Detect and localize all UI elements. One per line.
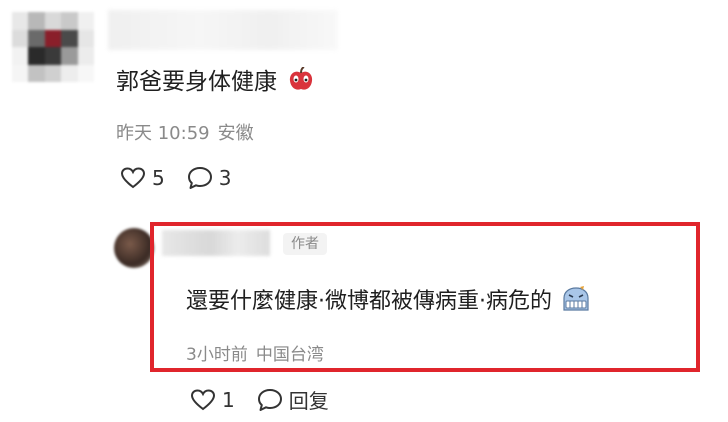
reply-meta: 3小时前 中国台湾 [186, 340, 332, 365]
comment-meta: 昨天 10:59 安徽 [116, 119, 262, 145]
reply-author-name-blurred[interactable] [162, 230, 270, 256]
reply-actions: 1 回复 [190, 385, 351, 414]
commenter-avatar[interactable] [12, 12, 94, 82]
like-button[interactable]: 5 [120, 166, 165, 190]
comment-bubble-icon [187, 167, 212, 189]
reply-author-avatar[interactable] [114, 228, 154, 268]
commenter-name-blurred[interactable] [108, 10, 338, 50]
reply-time: 3小时前 [186, 345, 248, 365]
reply-text: 還要什麼健康·微博都被傳病重·病危的 [186, 283, 591, 315]
like-count: 5 [152, 166, 165, 190]
heart-icon [190, 388, 216, 410]
comment-actions: 5 3 [120, 166, 253, 190]
comment-text: 郭爸要身体健康 [116, 62, 315, 96]
grimace-emoji-icon [563, 286, 589, 311]
apple-emoji-icon [290, 66, 313, 90]
reply-button-label: 回复 [288, 389, 329, 413]
author-badge: 作者 [283, 233, 327, 255]
comment-bubble-icon [257, 388, 282, 411]
reply-like-button[interactable]: 1 [190, 388, 235, 412]
comment-location: 安徽 [217, 123, 254, 144]
reply-count-button[interactable]: 3 [187, 166, 232, 190]
reply-count: 3 [218, 166, 232, 190]
reply-location: 中国台湾 [255, 345, 324, 365]
reply-button[interactable]: 回复 [257, 385, 329, 414]
reply-text-content: 還要什麼健康·微博都被傳病重·病危的 [186, 289, 552, 314]
heart-icon [120, 167, 146, 189]
comment-time: 昨天 10:59 [116, 123, 210, 144]
comment-text-content: 郭爸要身体健康 [116, 69, 277, 95]
reply-like-count: 1 [222, 387, 235, 412]
